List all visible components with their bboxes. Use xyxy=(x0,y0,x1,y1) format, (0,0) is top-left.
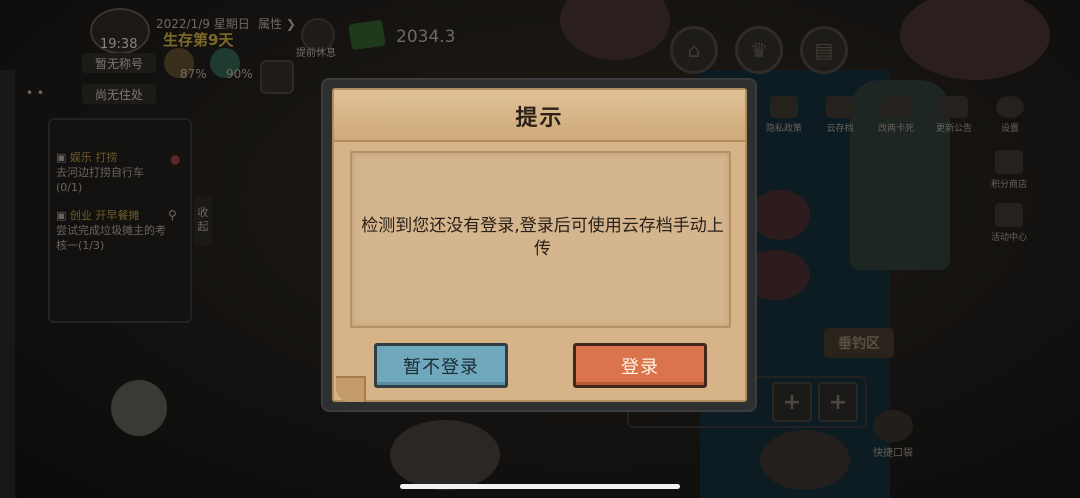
menu-label: 设置 xyxy=(1000,124,1019,134)
menu-privacy[interactable]: 隐私政策 xyxy=(760,96,808,134)
menu-label: 活动中心 xyxy=(990,233,1027,243)
bag-icon xyxy=(873,410,913,442)
points-shop-button[interactable]: 积分商店 xyxy=(985,150,1033,190)
event-center-button[interactable]: 活动中心 xyxy=(985,203,1033,243)
tent-wall xyxy=(0,70,15,498)
quest-tag: 创业 xyxy=(69,209,92,222)
dialog-message-box: 检测到您还没有登录,登录后可使用云存档手动上传 xyxy=(350,151,731,328)
tree-foliage xyxy=(560,0,670,60)
map-icon[interactable]: ⌂ xyxy=(670,26,718,74)
menu-label: 云存档 xyxy=(826,124,854,134)
home-pill[interactable]: 尚无住处 xyxy=(82,84,156,104)
login-prompt-dialog: 提示 检测到您还没有登录,登录后可使用云存档手动上传 暂不登录 登录 xyxy=(323,80,755,410)
quest-desc: 去河边打捞自行车 xyxy=(56,166,144,179)
dialog-header: 提示 xyxy=(334,90,745,142)
quest-title: 开早餐摊 xyxy=(95,209,140,222)
flower-bush xyxy=(750,190,810,240)
survival-day: 生存第9天 xyxy=(163,31,234,49)
attributes-link[interactable]: 属性 ❯ xyxy=(258,15,296,32)
menu-redeem[interactable]: 改两卡死 xyxy=(872,96,920,134)
quick-bag-label: 快捷口袋 xyxy=(873,448,913,459)
document-icon xyxy=(770,96,798,118)
cash-icon xyxy=(348,19,386,51)
cloud-decoration xyxy=(390,420,500,490)
menu-label: 改两卡死 xyxy=(877,124,914,134)
menu-notice[interactable]: 更新公告 xyxy=(930,96,978,134)
fishing-area-sign: 垂钓区 xyxy=(824,328,894,358)
quest-title: 打捞 xyxy=(95,151,118,164)
tv-icon xyxy=(995,203,1023,227)
menu-settings[interactable]: 设置 xyxy=(986,96,1034,134)
menu-label: 更新公告 xyxy=(935,124,972,134)
dialog-title: 提示 xyxy=(515,106,564,131)
megaphone-icon xyxy=(940,96,968,118)
tree-foliage xyxy=(900,0,1050,80)
joystick[interactable] xyxy=(111,380,167,436)
home-indicator[interactable] xyxy=(400,484,680,489)
backpack-icon[interactable]: ▤ xyxy=(800,26,848,74)
skip-login-button[interactable]: 暂不登录 xyxy=(374,343,508,388)
inventory-icon[interactable] xyxy=(260,60,294,94)
rest-label[interactable]: 提前休息 xyxy=(296,44,336,59)
dialog-message: 检测到您还没有登录,登录后可使用云存档手动上传 xyxy=(361,216,724,259)
quest-item[interactable]: ▣ 创业 开早餐摊 尝试完成垃圾摊主的考核一(1/3) xyxy=(56,208,176,253)
card-icon xyxy=(882,96,910,118)
cloud-icon xyxy=(826,96,854,118)
gear-icon xyxy=(996,96,1024,118)
search-icon[interactable]: ⚲ xyxy=(168,208,177,222)
quest-tag: 娱乐 xyxy=(69,151,92,164)
energy-value: 90% xyxy=(226,67,253,81)
quest-progress: (0/1) xyxy=(56,181,83,194)
menu-cloud-save[interactable]: 云存档 xyxy=(816,96,864,134)
money-amount: 2034.3 xyxy=(396,27,456,47)
left-indicator: • • xyxy=(26,86,44,100)
menu-label: 隐私政策 xyxy=(765,124,802,134)
login-button[interactable]: 登录 xyxy=(573,343,707,388)
trophy-icon[interactable]: ♛ xyxy=(735,26,783,74)
title-pill[interactable]: 暂无称号 xyxy=(82,53,156,73)
page-curl-decoration xyxy=(336,376,366,402)
cloud-decoration xyxy=(760,430,850,490)
quest-desc: 尝试完成垃圾摊主的考核一(1/3) xyxy=(56,224,166,252)
hunger-value: 87% xyxy=(180,67,207,81)
clock-time: 19:38 xyxy=(100,37,138,52)
quick-bag-button[interactable]: 快捷口袋 xyxy=(866,410,920,459)
hotbar-slot-add[interactable]: + xyxy=(818,382,858,422)
alert-dot-icon: ● xyxy=(170,152,181,166)
menu-label: 积分商店 xyxy=(990,180,1027,190)
quest-item[interactable]: ▣ 娱乐 打捞 去河边打捞自行车 (0/1) xyxy=(56,150,144,195)
shop-icon xyxy=(995,150,1023,174)
collapse-button[interactable]: 收起 xyxy=(194,196,212,246)
hotbar-slot-add[interactable]: + xyxy=(772,382,812,422)
dialog-parchment: 提示 检测到您还没有登录,登录后可使用云存档手动上传 暂不登录 登录 xyxy=(332,88,747,402)
